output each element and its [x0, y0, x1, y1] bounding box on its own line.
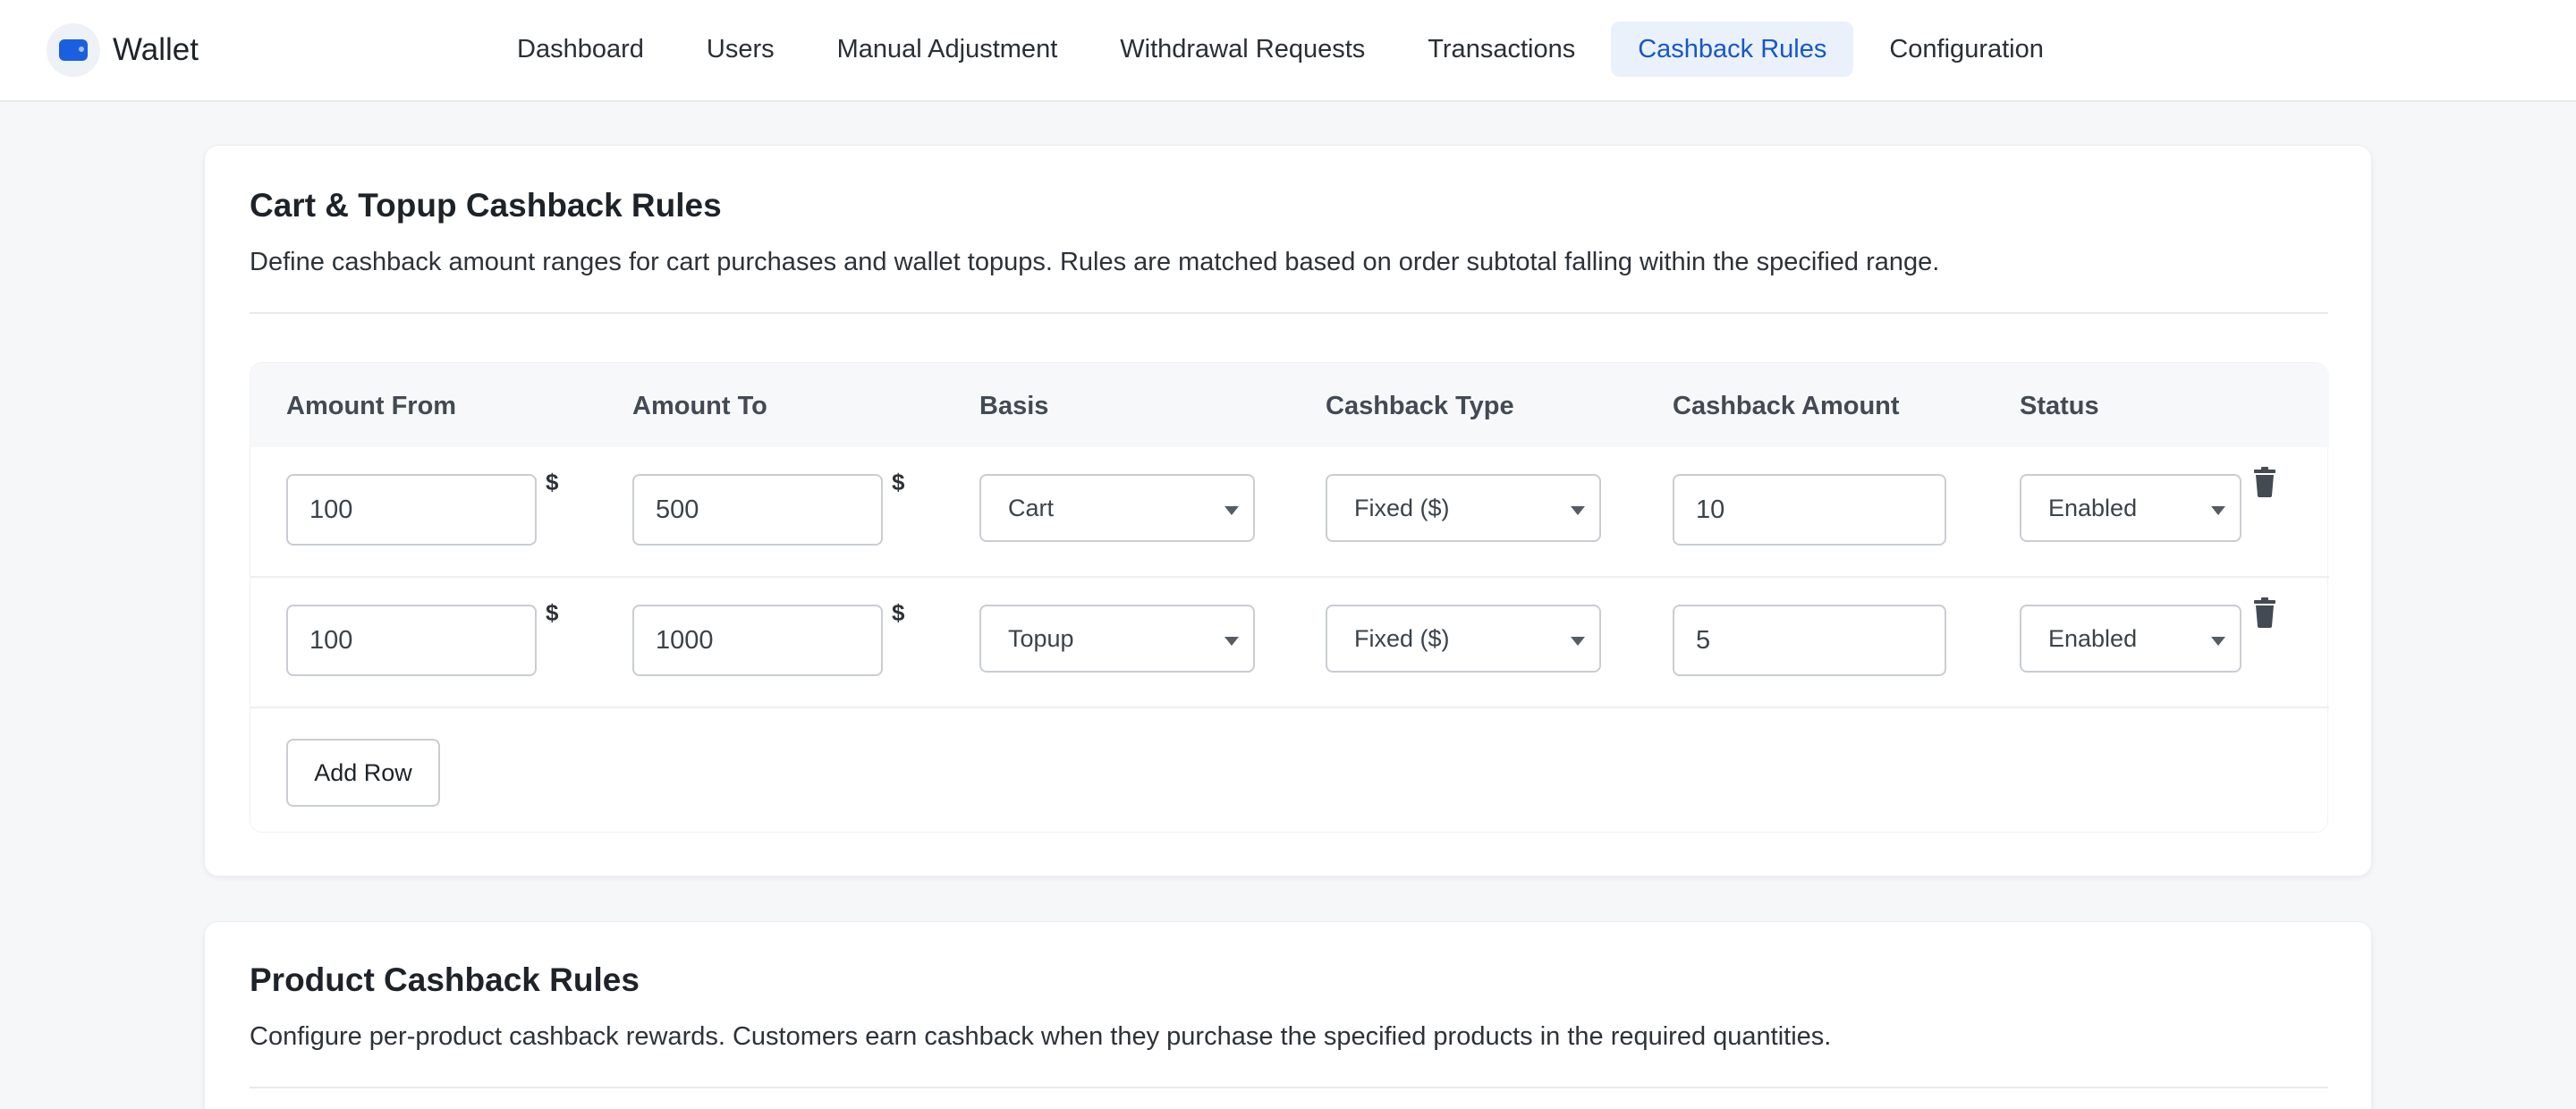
top-bar: Wallet Dashboard Users Manual Adjustment… — [0, 0, 2576, 102]
section-description: Configure per-product cashback rewards. … — [250, 1022, 1832, 1051]
col-amount-to: Amount To — [632, 392, 767, 420]
nav-dashboard[interactable]: Dashboard — [490, 21, 671, 77]
trash-icon[interactable] — [2252, 467, 2277, 497]
amount-to-input[interactable]: 500 — [632, 474, 883, 546]
status-select-value: Enabled — [2048, 624, 2138, 652]
col-cashback-amount: Cashback Amount — [1673, 392, 1900, 420]
section-title: Cart & Topup Cashback Rules — [250, 187, 722, 224]
cashback-rules-table: Amount From Amount To Basis Cashback Typ… — [250, 362, 2329, 833]
currency-suffix: $ — [546, 599, 559, 626]
cashback-type-select[interactable]: Fixed ($) — [1326, 474, 1601, 542]
divider — [250, 312, 2328, 314]
cart-topup-rules-card: Cart & Topup Cashback Rules Define cashb… — [204, 145, 2372, 876]
nav-manual-adjustment[interactable]: Manual Adjustment — [810, 21, 1085, 77]
amount-to-input[interactable]: 1000 — [632, 605, 883, 676]
basis-select-value: Topup — [1008, 624, 1074, 652]
main-nav: Dashboard Users Manual Adjustment Withdr… — [490, 21, 2071, 77]
caret-down-icon — [1224, 506, 1239, 515]
table-row: 100 $ 1000 $ Topup Fixed ($) 5 Enabled — [250, 578, 2329, 708]
caret-down-icon — [2211, 637, 2225, 646]
nav-configuration[interactable]: Configuration — [1862, 21, 2071, 77]
basis-select[interactable]: Topup — [979, 605, 1255, 673]
col-cashback-type: Cashback Type — [1326, 392, 1514, 420]
currency-suffix: $ — [892, 469, 905, 495]
basis-select-value: Cart — [1008, 494, 1055, 521]
caret-down-icon — [1571, 506, 1585, 515]
nav-cashback-rules[interactable]: Cashback Rules — [1611, 21, 1854, 77]
amount-from-input[interactable]: 100 — [286, 605, 537, 676]
table-header: Amount From Amount To Basis Cashback Typ… — [250, 363, 2329, 447]
status-select-value: Enabled — [2048, 494, 2138, 521]
cashback-amount-input[interactable]: 5 — [1673, 605, 1946, 676]
section-title: Product Cashback Rules — [250, 961, 640, 998]
trash-icon[interactable] — [2252, 597, 2277, 628]
nav-withdrawal-requests[interactable]: Withdrawal Requests — [1093, 21, 1392, 77]
wallet-icon — [47, 23, 100, 77]
brand-name: Wallet — [113, 32, 199, 67]
section-description: Define cashback amount ranges for cart p… — [250, 248, 1940, 276]
col-status: Status — [2020, 392, 2099, 420]
amount-from-input[interactable]: 100 — [286, 474, 537, 546]
cashback-type-value: Fixed ($) — [1354, 494, 1450, 521]
nav-transactions[interactable]: Transactions — [1401, 21, 1602, 77]
nav-users[interactable]: Users — [680, 21, 801, 77]
brand[interactable]: Wallet — [47, 22, 199, 78]
currency-suffix: $ — [892, 599, 905, 626]
caret-down-icon — [1224, 637, 1239, 646]
basis-select[interactable]: Cart — [979, 474, 1255, 542]
currency-suffix: $ — [546, 469, 559, 495]
divider — [250, 1087, 2328, 1088]
table-row: 100 $ 500 $ Cart Fixed ($) 10 Enabled — [250, 447, 2329, 578]
cashback-amount-input[interactable]: 10 — [1673, 474, 1946, 546]
product-rules-card: Product Cashback Rules Configure per-pro… — [204, 921, 2372, 1109]
cashback-type-value: Fixed ($) — [1354, 624, 1450, 652]
caret-down-icon — [1571, 637, 1585, 646]
col-amount-from: Amount From — [286, 392, 457, 420]
status-select[interactable]: Enabled — [2020, 474, 2241, 542]
status-select[interactable]: Enabled — [2020, 605, 2241, 673]
caret-down-icon — [2211, 506, 2225, 515]
col-basis: Basis — [979, 392, 1049, 420]
add-row-button[interactable]: Add Row — [286, 739, 440, 807]
cashback-type-select[interactable]: Fixed ($) — [1326, 605, 1601, 673]
